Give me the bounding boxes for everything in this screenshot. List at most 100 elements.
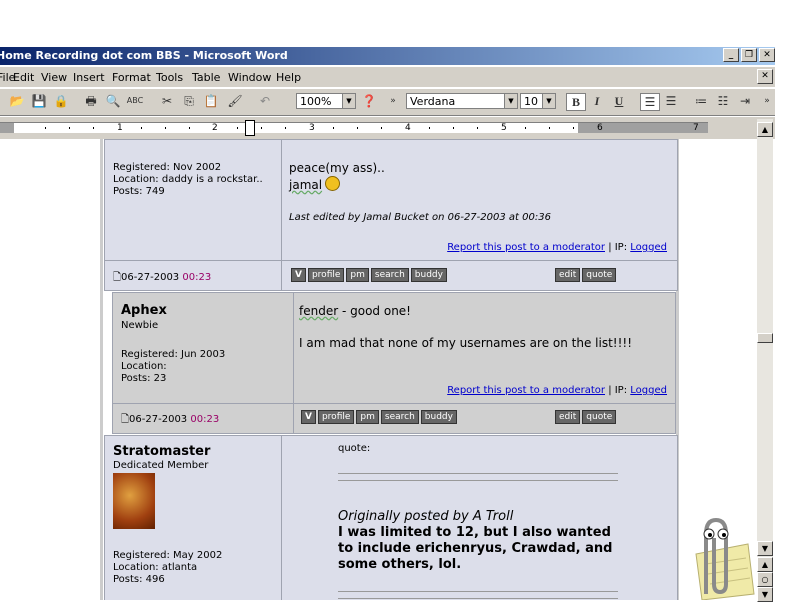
more-buttons-icon[interactable]: »: [384, 93, 402, 109]
post-message-line: fender - good one!: [299, 304, 411, 318]
close-button[interactable]: ✕: [759, 48, 775, 62]
help-icon[interactable]: ❓: [360, 93, 378, 109]
profile-button[interactable]: profile: [317, 410, 355, 424]
scroll-thumb[interactable]: [757, 333, 773, 343]
menu-edit[interactable]: Edit: [13, 71, 34, 84]
username[interactable]: Aphex: [121, 303, 167, 318]
align-left-icon[interactable]: ☰: [640, 93, 660, 111]
scroll-up-button[interactable]: ▲: [757, 122, 773, 137]
post-2: Aphex Newbie Registered: Jun 2003 Locati…: [112, 292, 676, 434]
registered-date: Registered: May 2002: [113, 550, 223, 561]
paste-icon[interactable]: 📋: [202, 93, 220, 109]
permission-icon[interactable]: 🔒: [52, 93, 70, 109]
post-3: Stratomaster Dedicated Member Registered…: [104, 435, 678, 600]
report-post-link[interactable]: Report this post to a moderator: [447, 242, 605, 253]
undo-icon[interactable]: ↶: [256, 93, 274, 109]
vertical-scrollbar[interactable]: ▲ ▼ ▲ ○ ▼: [757, 119, 773, 602]
print-preview-icon[interactable]: 🔍: [104, 93, 122, 109]
post-count: Posts: 23: [121, 373, 167, 384]
quote-divider-bottom: [338, 591, 618, 599]
buddy-button[interactable]: buddy: [420, 410, 457, 424]
doc-close-button[interactable]: ✕: [757, 69, 773, 84]
post-count: Posts: 749: [113, 186, 165, 197]
document-area[interactable]: Registered: Nov 2002 Location: daddy is …: [0, 139, 757, 600]
quote-button[interactable]: quote: [582, 410, 617, 424]
document-icon: 🗋: [121, 414, 130, 425]
quote-divider: [338, 473, 618, 481]
more-buttons-icon-2[interactable]: »: [758, 93, 776, 109]
spelling-icon[interactable]: ABC: [126, 93, 144, 109]
prev-page-button[interactable]: ▲: [757, 557, 773, 572]
format-painter-icon[interactable]: 🖌: [226, 93, 244, 109]
font-size-select[interactable]: 10 ▼: [520, 93, 556, 109]
save-icon[interactable]: 💾: [30, 93, 48, 109]
ruler[interactable]: 1 2 3 4 5 6 7: [0, 117, 775, 139]
menu-table[interactable]: Table: [192, 71, 220, 84]
font-select[interactable]: Verdana ▼: [406, 93, 518, 109]
menu-view[interactable]: View: [41, 71, 67, 84]
search-button[interactable]: search: [380, 410, 419, 424]
indent-marker[interactable]: [245, 120, 255, 136]
document-icon: 🗋: [113, 272, 122, 283]
report-post-link[interactable]: Report this post to a moderator: [447, 385, 605, 396]
ip-logged-link[interactable]: Logged: [630, 242, 667, 253]
window-title: Home Recording dot com BBS - Microsoft W…: [0, 49, 288, 62]
title-bar: Home Recording dot com BBS - Microsoft W…: [0, 47, 775, 65]
underline-button[interactable]: U: [610, 93, 628, 109]
zoom-select[interactable]: 100% ▼: [296, 93, 356, 109]
buddy-button[interactable]: buddy: [410, 268, 447, 282]
post-message-body: I am mad that none of my usernames are o…: [299, 336, 633, 350]
user-rank: Dedicated Member: [113, 460, 209, 471]
menu-tools[interactable]: Tools: [156, 71, 183, 84]
post-count: Posts: 496: [113, 574, 165, 585]
menu-format[interactable]: Format: [112, 71, 151, 84]
cut-icon[interactable]: ✂: [158, 93, 176, 109]
username[interactable]: Stratomaster: [113, 444, 210, 459]
menu-window[interactable]: Window: [228, 71, 271, 84]
open-icon[interactable]: 📂: [8, 93, 26, 109]
post-signature: jamal: [289, 178, 323, 192]
quote-text: I was limited to 12, but I also wanted t…: [338, 525, 613, 572]
edit-button[interactable]: edit: [555, 268, 581, 282]
avatar: [113, 473, 155, 529]
post-message-line: peace(my ass)..: [289, 161, 385, 175]
post-1: Registered: Nov 2002 Location: daddy is …: [104, 139, 678, 291]
user-location: Location:: [121, 361, 167, 372]
quote-button[interactable]: quote: [582, 268, 617, 282]
search-button[interactable]: search: [370, 268, 409, 282]
ip-logged-link[interactable]: Logged: [630, 385, 667, 396]
align-center-icon[interactable]: ☰: [662, 93, 680, 109]
user-location: Location: atlanta: [113, 562, 198, 573]
menu-insert[interactable]: Insert: [73, 71, 105, 84]
pm-button[interactable]: pm: [356, 410, 379, 424]
quote-author: Originally posted by A Troll: [338, 509, 514, 524]
pm-button[interactable]: pm: [346, 268, 369, 282]
user-rank: Newbie: [121, 320, 159, 331]
browse-object-button[interactable]: ○: [757, 572, 773, 587]
bold-button[interactable]: B: [566, 93, 586, 111]
quote-label: quote:: [338, 443, 371, 454]
numbering-icon[interactable]: ≔: [692, 93, 710, 109]
profile-button[interactable]: profile: [307, 268, 345, 282]
minimize-button[interactable]: _: [723, 48, 739, 62]
smiley-icon: [325, 176, 340, 191]
office-assistant-icon[interactable]: [676, 514, 756, 601]
v-icon[interactable]: V: [301, 410, 316, 424]
v-icon[interactable]: V: [291, 268, 306, 282]
registered-date: Registered: Nov 2002: [113, 162, 222, 173]
restore-button[interactable]: ❐: [741, 48, 757, 62]
menu-bar: File Edit View Insert Format Tools Table…: [0, 67, 775, 87]
copy-icon[interactable]: ⎘: [180, 93, 198, 109]
indent-icon[interactable]: ⇥: [736, 93, 754, 109]
toolbar: 📂 💾 🔒 🖶 🔍 ABC ✂ ⎘ 📋 🖌 ↶ 100% ▼ ❓ » Verdan…: [0, 88, 775, 116]
user-location: Location: daddy is a rockstar..: [113, 174, 263, 185]
menu-help[interactable]: Help: [276, 71, 301, 84]
post-date: 🗋06-27-2003 00:23: [113, 272, 212, 283]
edit-button[interactable]: edit: [555, 410, 581, 424]
bullets-icon[interactable]: ☷: [714, 93, 732, 109]
registered-date: Registered: Jun 2003: [121, 349, 226, 360]
italic-button[interactable]: I: [588, 93, 606, 109]
edit-notice: Last edited by Jamal Bucket on 06-27-200…: [289, 212, 551, 223]
scroll-down-button[interactable]: ▼: [757, 541, 773, 556]
print-icon[interactable]: 🖶: [82, 93, 100, 109]
